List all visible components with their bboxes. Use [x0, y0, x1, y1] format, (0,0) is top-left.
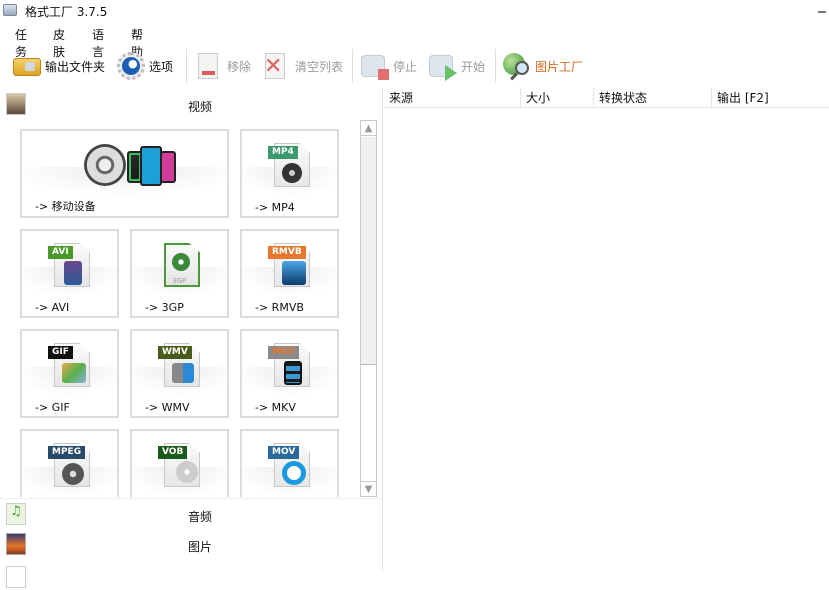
format-scrollbar[interactable]: ▲ ▼ [360, 120, 377, 497]
format-tile-gif[interactable]: GIF -> GIF [20, 329, 119, 418]
scroll-up-icon[interactable]: ▲ [361, 121, 376, 136]
clear-list-button[interactable]: ✕ 清空列表 [262, 47, 343, 85]
format-label: -> GIF [35, 401, 70, 414]
stop-button[interactable]: 停止 [360, 47, 417, 85]
column-output[interactable]: 输出 [F2] [712, 88, 829, 108]
reel-icon [282, 163, 302, 183]
format-tile-mobile[interactable]: -> 移动设备 [20, 129, 229, 218]
phone-blue-icon [140, 146, 162, 186]
reel-icon [62, 463, 84, 485]
format-tag: VOB [158, 446, 188, 459]
picture-factory-button[interactable]: 图片工厂 [502, 47, 583, 85]
toolbar-separator [495, 49, 496, 83]
start-button[interactable]: 开始 [428, 47, 485, 85]
gear-icon [116, 51, 146, 81]
category-more[interactable] [0, 560, 382, 590]
folder-icon [12, 51, 42, 81]
remove-label: 移除 [227, 59, 252, 74]
category-picture[interactable]: 图片 [0, 529, 382, 559]
category-video[interactable]: 视频 [0, 91, 382, 121]
stop-icon [360, 51, 390, 81]
film-reel-icon [84, 144, 126, 186]
toolbar-separator [186, 49, 187, 83]
camcorder-icon [172, 363, 194, 383]
start-label: 开始 [461, 59, 486, 74]
scroll-down-icon[interactable]: ▼ [361, 481, 376, 496]
format-tile-3gp[interactable]: 3GP -> 3GP [130, 229, 229, 318]
globe-magnifier-icon [502, 51, 532, 81]
category-more-icon [6, 566, 26, 588]
format-tile-mov[interactable]: MOV [240, 429, 339, 497]
format-tag: WMV [158, 346, 192, 359]
app-icon [3, 4, 17, 16]
minimize-button[interactable] [818, 11, 826, 13]
format-tile-rmvb[interactable]: RMVB -> RMVB [240, 229, 339, 318]
video-format-grid: -> 移动设备 MP4 -> MP4 AVI -> AVI 3GP -> 3GP… [0, 119, 360, 497]
clear-x-icon: ✕ [262, 51, 292, 81]
format-label: -> RMVB [255, 301, 304, 314]
options-label: 选项 [149, 59, 174, 74]
format-label: -> 移动设备 [35, 200, 96, 213]
format-tag: MPEG [48, 446, 86, 459]
format-label: -> AVI [35, 301, 70, 314]
phone-pink-icon [160, 151, 176, 183]
format-tile-mp4[interactable]: MP4 -> MP4 [240, 129, 339, 218]
image-icon [62, 363, 86, 383]
format-tag: RMVB [268, 246, 306, 259]
category-panel: 视频 -> 移动设备 MP4 -> MP4 AVI -> AVI 3GP -> … [0, 88, 383, 588]
format-label: -> 3GP [145, 301, 184, 314]
format-tile-mkv[interactable]: MKV -> MKV [240, 329, 339, 418]
format-label: -> WMV [145, 401, 190, 414]
film-strip-icon [64, 261, 82, 285]
reel-icon [172, 253, 190, 271]
task-list: 来源 大小 转换状态 输出 [F2] [384, 88, 829, 571]
output-folder-button[interactable]: 输出文件夹 [12, 47, 105, 85]
window-title: 格式工厂 3.7.5 [25, 5, 108, 19]
format-tag: MKV [268, 346, 299, 359]
category-picture-label: 图片 [187, 540, 212, 554]
clear-list-label: 清空列表 [295, 59, 344, 74]
format-label: -> MKV [255, 401, 296, 414]
title-bar: 格式工厂 3.7.5 [0, 0, 829, 22]
format-tile-avi[interactable]: AVI -> AVI [20, 229, 119, 318]
format-tile-mpeg[interactable]: MPEG [20, 429, 119, 497]
play-icon [428, 51, 458, 81]
format-tag: MOV [268, 446, 300, 459]
format-tag: GIF [48, 346, 73, 359]
toolbar: 输出文件夹 选项 移除 ✕ 清空列表 停止 开始 图片工厂 [0, 47, 829, 87]
format-tile-wmv[interactable]: WMV -> WMV [130, 329, 229, 418]
format-tag: 3GP [172, 277, 187, 285]
real-icon [282, 261, 306, 285]
category-audio-label: 音频 [187, 510, 212, 524]
category-video-label: 视频 [187, 100, 212, 114]
format-tag: AVI [48, 246, 73, 259]
format-label: -> MP4 [255, 201, 295, 214]
output-folder-label: 输出文件夹 [45, 59, 106, 74]
disc-icon [176, 461, 198, 483]
film-strip-icon [284, 361, 302, 385]
toolbar-separator [352, 49, 353, 83]
remove-button[interactable]: 移除 [194, 47, 251, 85]
remove-icon [194, 51, 224, 81]
scroll-thumb[interactable] [361, 137, 376, 365]
column-size[interactable]: 大小 [521, 88, 594, 108]
options-button[interactable]: 选项 [116, 47, 173, 85]
category-audio[interactable]: ♫ 音频 [0, 498, 382, 528]
format-tag: MP4 [268, 146, 298, 159]
column-status[interactable]: 转换状态 [594, 88, 712, 108]
quicktime-icon [282, 461, 306, 485]
picture-factory-label: 图片工厂 [535, 59, 584, 74]
stop-label: 停止 [393, 59, 418, 74]
column-source[interactable]: 来源 [384, 88, 521, 108]
format-tile-vob[interactable]: VOB [130, 429, 229, 497]
